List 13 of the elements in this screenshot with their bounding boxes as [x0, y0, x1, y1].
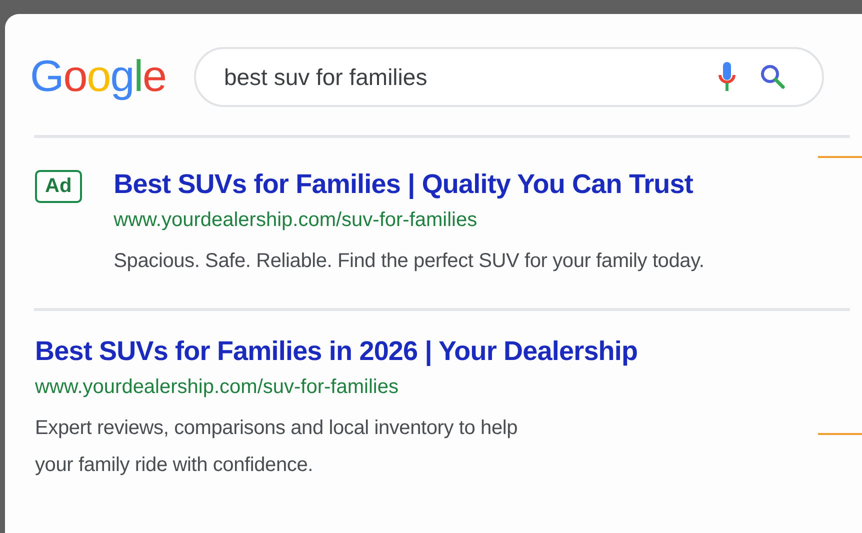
result-url[interactable]: www.yourdealership.com/suv-for-families	[35, 374, 638, 400]
google-logo: Google	[30, 55, 166, 99]
result-description: Expert reviews, comparisons and local inventory to help your family ride with confidence.	[35, 416, 519, 478]
leader-line	[818, 433, 862, 435]
ad-label: Ad	[35, 170, 82, 203]
result-url[interactable]: www.yourdealership.com/suv-for-families	[114, 207, 704, 233]
search-icon[interactable]	[760, 64, 786, 90]
leader-line	[818, 156, 862, 158]
result-title[interactable]: Best SUVs for Families | Quality You Can Trust	[114, 166, 704, 202]
search-field[interactable]: best suv for families	[194, 47, 824, 107]
result-title[interactable]: Best SUVs for Families in 2026 | Your Dealership	[35, 333, 638, 369]
result-description: Spacious. Safe. Reliable. Find the perfect SUV for your family today.	[114, 249, 704, 274]
microphone-icon[interactable]	[718, 62, 736, 92]
